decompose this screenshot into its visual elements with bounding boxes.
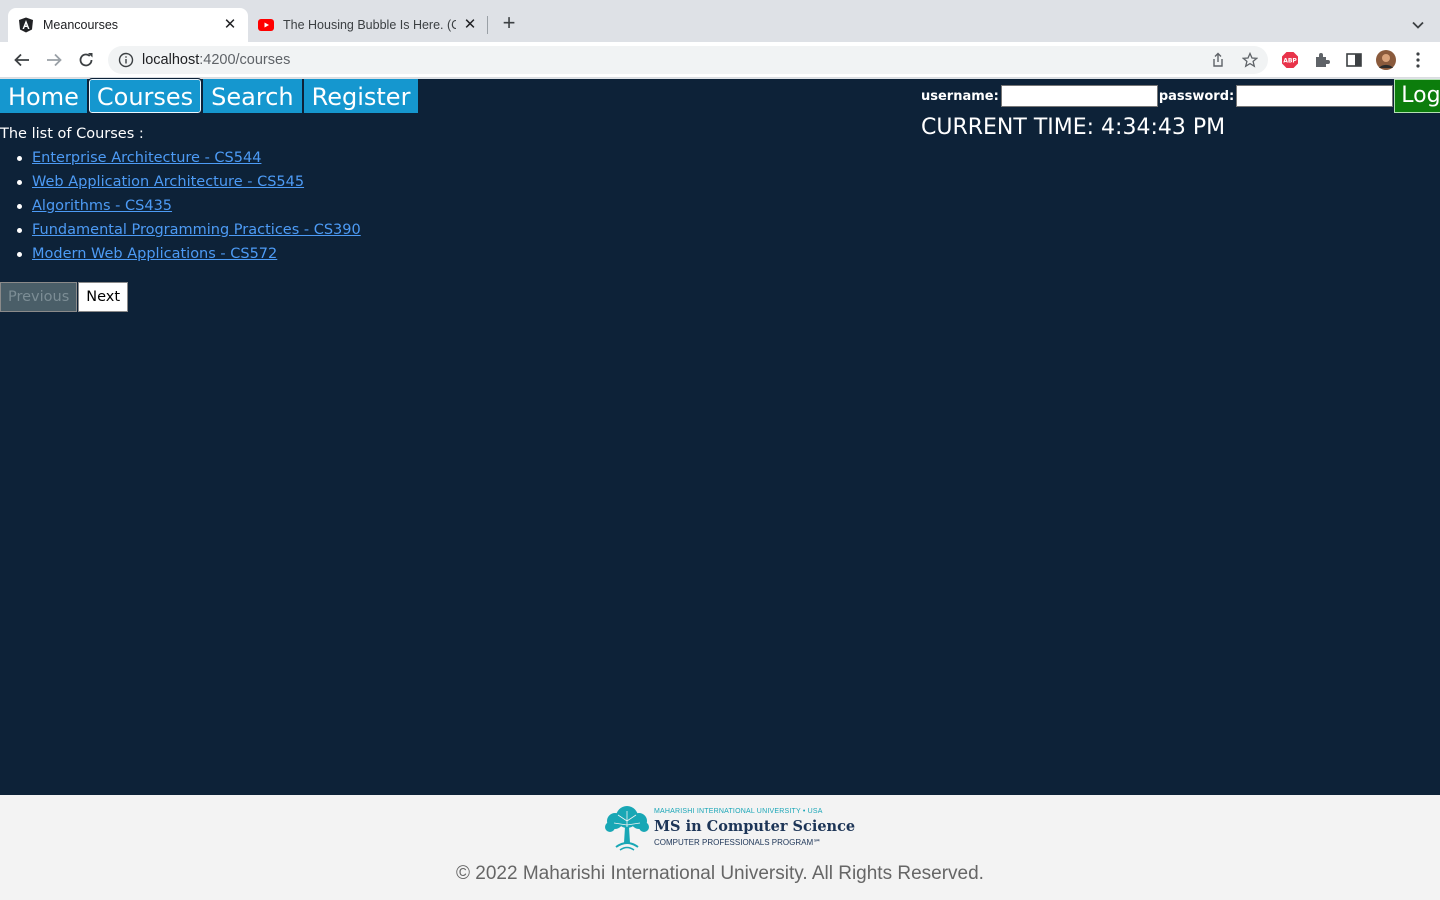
- list-item: Web Application Architecture - CS545: [17, 173, 361, 197]
- list-item: Algorithms - CS435: [17, 197, 361, 221]
- forward-icon[interactable]: [42, 48, 66, 72]
- extensions-icon[interactable]: [1312, 50, 1332, 70]
- chevron-down-icon[interactable]: [1408, 15, 1428, 35]
- username-input[interactable]: [1000, 85, 1158, 107]
- logo-program-subtitle: COMPUTER PROFESSIONALS PROGRAM℠: [654, 838, 822, 847]
- tab-separator: [487, 16, 488, 34]
- copyright-text: © 2022 Maharishi International Universit…: [456, 863, 984, 884]
- tab-meancourses[interactable]: Meancourses ✕: [8, 8, 248, 42]
- pagination: Previous Next: [0, 282, 129, 312]
- page-footer: MAHARISHI INTERNATIONAL UNIVERSITY • USA…: [0, 795, 1440, 900]
- logo-university-line: MAHARISHI INTERNATIONAL UNIVERSITY • USA: [654, 808, 823, 815]
- new-tab-icon[interactable]: +: [498, 12, 520, 35]
- current-time: CURRENT TIME: 4:34:43 PM: [921, 115, 1226, 140]
- url-path: :4200/courses: [199, 52, 291, 68]
- login-form: username: password: Login: [921, 79, 1440, 113]
- tree-logo-icon: [605, 806, 649, 851]
- tab-title: The Housing Bubble Is Here. (C: [283, 18, 456, 32]
- university-logo: MAHARISHI INTERNATIONAL UNIVERSITY • USA…: [602, 803, 855, 853]
- share-icon[interactable]: [1210, 52, 1226, 68]
- course-link[interactable]: Modern Web Applications - CS572: [32, 246, 277, 262]
- kebab-menu-icon[interactable]: [1408, 50, 1428, 70]
- tab-strip: Meancourses ✕ The Housing Bubble Is Here…: [0, 0, 1440, 42]
- url-host: localhost: [142, 52, 200, 68]
- next-button[interactable]: Next: [78, 282, 129, 312]
- main-nav: Home Courses Search Register: [0, 78, 420, 115]
- nav-courses-link[interactable]: Courses: [87, 78, 203, 114]
- course-link[interactable]: Web Application Architecture - CS545: [32, 174, 304, 190]
- nav-register-link[interactable]: Register: [303, 79, 419, 113]
- side-panel-icon[interactable]: [1344, 50, 1364, 70]
- list-item: Modern Web Applications - CS572: [17, 245, 361, 269]
- app-page: Home Courses Search Register username: p…: [0, 78, 1440, 795]
- nav-search-link[interactable]: Search: [203, 79, 302, 113]
- profile-avatar[interactable]: [1376, 50, 1396, 70]
- tab-youtube[interactable]: The Housing Bubble Is Here. (C ✕: [248, 8, 488, 42]
- username-label: username:: [921, 88, 999, 104]
- login-button[interactable]: Login: [1394, 79, 1440, 113]
- course-link[interactable]: Fundamental Programming Practices - CS39…: [32, 222, 361, 238]
- password-input[interactable]: [1236, 85, 1394, 107]
- nav-home-link[interactable]: Home: [0, 79, 87, 113]
- svg-text:ABP: ABP: [1283, 58, 1297, 65]
- close-icon[interactable]: ✕: [462, 17, 478, 33]
- password-label: password:: [1158, 88, 1235, 104]
- angular-icon: [18, 17, 34, 33]
- browser-toolbar: localhost:4200/courses ABP: [0, 42, 1440, 78]
- course-link[interactable]: Algorithms - CS435: [32, 198, 172, 214]
- list-item: Enterprise Architecture - CS544: [17, 149, 361, 173]
- previous-button[interactable]: Previous: [0, 282, 78, 312]
- course-list: Enterprise Architecture - CS544 Web Appl…: [17, 149, 361, 269]
- logo-program-title: MS in Computer Science: [654, 818, 856, 835]
- bookmark-star-icon[interactable]: [1241, 51, 1259, 68]
- info-icon[interactable]: [118, 52, 134, 68]
- courses-heading: The list of Courses :: [0, 126, 144, 142]
- youtube-icon: [258, 17, 274, 33]
- close-icon[interactable]: ✕: [222, 17, 238, 33]
- tab-title: Meancourses: [43, 18, 119, 32]
- address-bar[interactable]: localhost:4200/courses: [108, 46, 1268, 74]
- back-icon[interactable]: [10, 48, 34, 72]
- reload-icon[interactable]: [74, 48, 98, 72]
- adblock-icon[interactable]: ABP: [1280, 50, 1300, 70]
- list-item: Fundamental Programming Practices - CS39…: [17, 221, 361, 245]
- course-link[interactable]: Enterprise Architecture - CS544: [32, 150, 261, 166]
